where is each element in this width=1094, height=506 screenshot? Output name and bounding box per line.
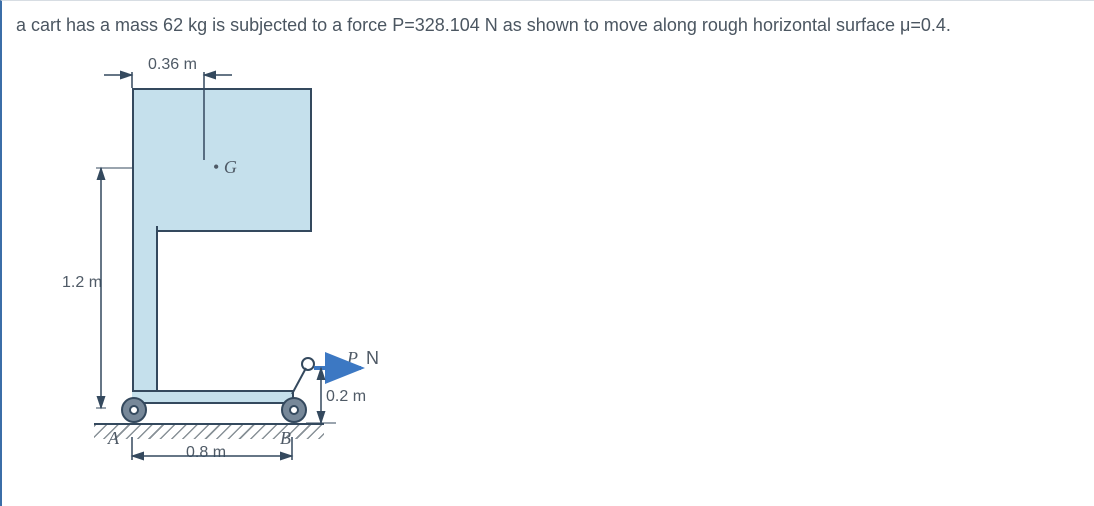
cart-diagram: • G A B PN 0.36 m 1.2 m 0.8 m 0.2 m <box>46 42 426 462</box>
problem-page: a cart has a mass 62 kg is subjected to … <box>0 0 1094 506</box>
problem-statement: a cart has a mass 62 kg is subjected to … <box>16 13 1080 38</box>
diagram-vectors <box>46 42 426 472</box>
